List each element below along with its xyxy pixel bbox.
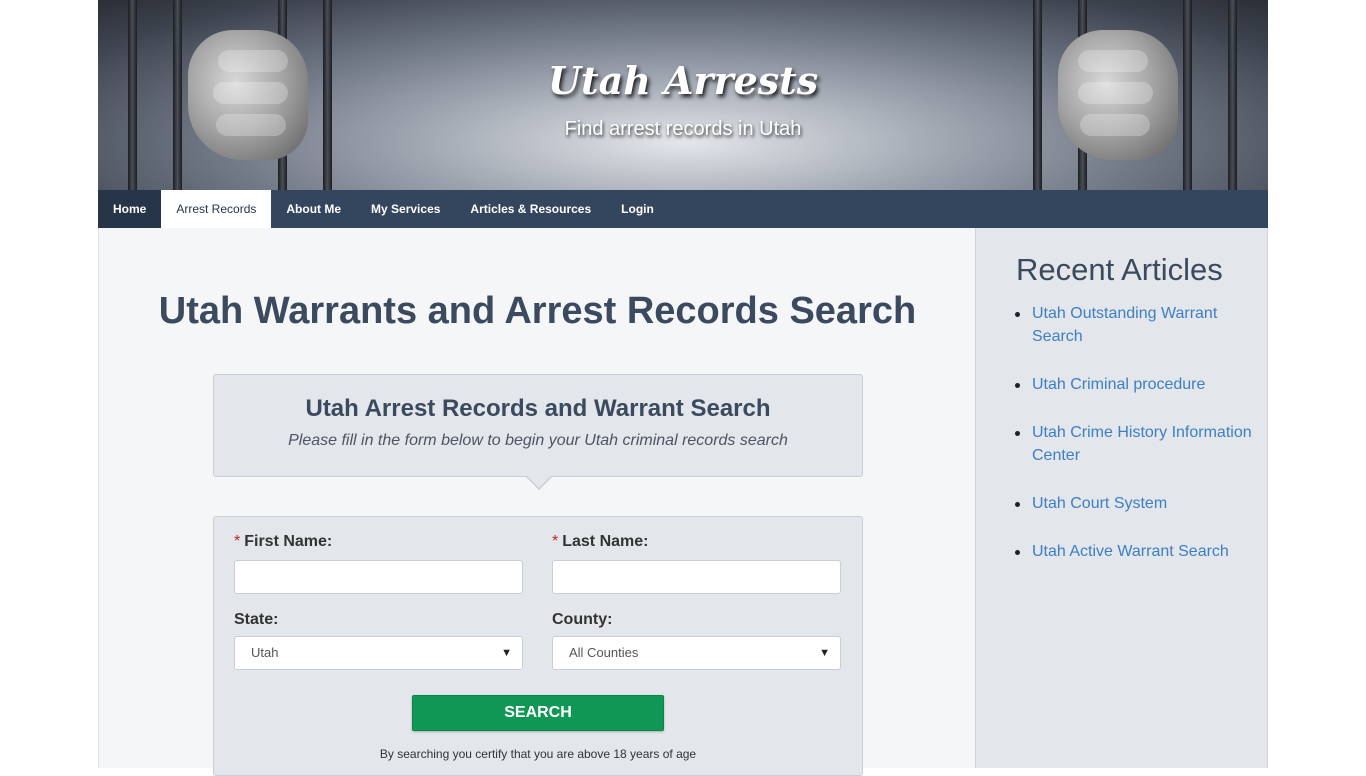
nav-item-home[interactable]: Home — [98, 190, 162, 228]
article-link-active-warrant[interactable]: Utah Active Warrant Search — [1015, 540, 1262, 563]
page: Utah Arrests Find arrest records in Utah… — [98, 0, 1268, 776]
article-link-court-system[interactable]: Utah Court System — [1015, 492, 1262, 515]
county-label: County: — [552, 611, 613, 628]
required-mark: * — [234, 533, 241, 550]
site-tagline: Find arrest records in Utah — [564, 118, 802, 140]
main-content: Utah Warrants and Arrest Records Search … — [98, 228, 975, 776]
chevron-down-icon: ▼ — [501, 647, 512, 659]
main-nav: Home Arrest Records About Me My Services… — [98, 190, 1268, 228]
article-link-crime-history[interactable]: Utah Crime History Information Center — [1015, 421, 1262, 467]
callout-arrow-inner — [526, 475, 552, 488]
recent-articles-list: Utah Outstanding Warrant Search Utah Cri… — [1015, 302, 1262, 588]
nav-item-about-me[interactable]: About Me — [271, 190, 356, 228]
first-name-label: * First Name: — [234, 533, 332, 551]
last-name-label-text: Last Name: — [562, 533, 649, 550]
last-name-label: * Last Name: — [552, 533, 648, 551]
search-info-box: Utah Arrest Records and Warrant Search P… — [213, 374, 863, 477]
chevron-down-icon: ▼ — [819, 647, 830, 659]
site-title[interactable]: Utah Arrests — [98, 58, 1268, 103]
search-box-subtitle: Please fill in the form below to begin y… — [288, 432, 788, 449]
nav-item-login[interactable]: Login — [606, 190, 669, 228]
first-name-label-text: First Name: — [244, 533, 333, 550]
page-title: Utah Warrants and Arrest Records Search — [158, 290, 917, 332]
article-link-criminal-procedure[interactable]: Utah Criminal procedure — [1015, 373, 1262, 396]
age-disclaimer: By searching you certify that you are ab… — [379, 747, 697, 761]
nav-item-my-services[interactable]: My Services — [356, 190, 455, 228]
header-banner: Utah Arrests Find arrest records in Utah — [98, 0, 1268, 190]
state-label: State: — [234, 611, 279, 628]
article-link-outstanding-warrant[interactable]: Utah Outstanding Warrant Search — [1015, 302, 1262, 348]
nav-item-articles-resources[interactable]: Articles & Resources — [455, 190, 606, 228]
search-button[interactable]: SEARCH — [412, 695, 664, 731]
sidebar: Recent Articles Utah Outstanding Warrant… — [975, 228, 1268, 768]
county-select-value: All Counties — [569, 645, 639, 660]
first-name-input[interactable] — [234, 560, 523, 594]
search-box-title: Utah Arrest Records and Warrant Search — [305, 395, 771, 422]
state-select[interactable]: Utah ▼ — [234, 636, 523, 670]
required-mark: * — [552, 533, 559, 550]
nav-item-arrest-records[interactable]: Arrest Records — [161, 190, 272, 228]
last-name-input[interactable] — [552, 560, 841, 594]
state-select-value: Utah — [251, 645, 279, 660]
county-select[interactable]: All Counties ▼ — [552, 636, 841, 670]
recent-articles-heading: Recent Articles — [1016, 252, 1223, 287]
search-form: * First Name: * Last Name: State: Utah ▼ C… — [213, 516, 863, 776]
